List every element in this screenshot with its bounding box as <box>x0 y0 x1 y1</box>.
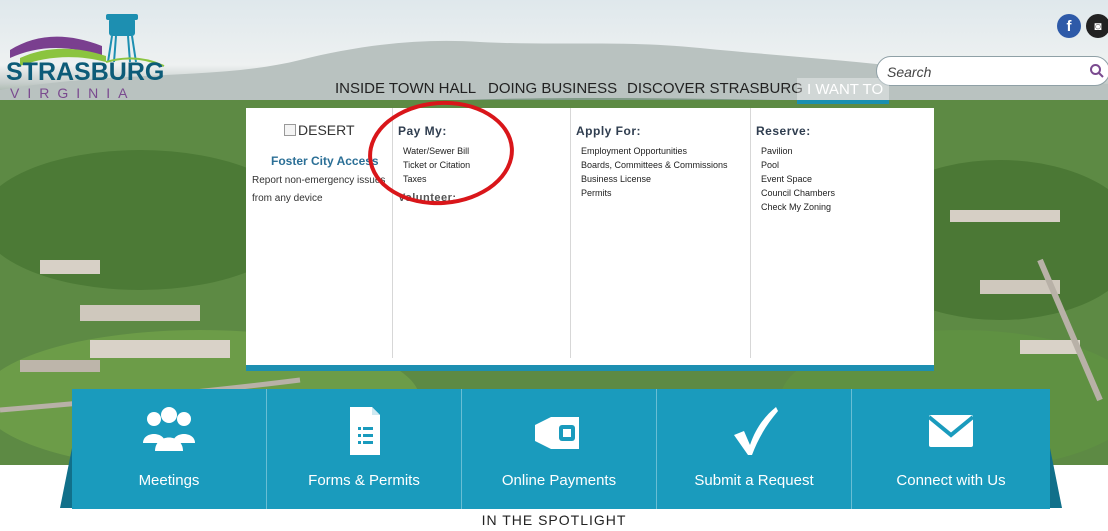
nav-doing-business[interactable]: DOING BUSINESS <box>488 80 617 100</box>
quick-link-label: Online Payments <box>501 472 617 489</box>
apply-list: Employment Opportunities Boards, Committ… <box>581 144 728 200</box>
menu-reserve-column: Reserve: Pavilion Pool Event Space Counc… <box>750 108 934 358</box>
quick-link-forms-permits[interactable]: Forms & Permits <box>267 389 462 509</box>
payment-icon <box>535 417 579 449</box>
quick-link-online-payments[interactable]: Online Payments <box>462 389 657 509</box>
search-icon[interactable] <box>1089 63 1105 79</box>
featured-description: Report non-emergency issues from any dev… <box>252 175 386 204</box>
envelope-icon <box>927 415 975 447</box>
document-icon <box>350 407 380 455</box>
logo-subtitle: VIRGINIA <box>10 85 136 101</box>
menu-link-permits[interactable]: Permits <box>581 186 728 200</box>
menu-link-check-zoning[interactable]: Check My Zoning <box>761 200 835 214</box>
menu-apply-column: Apply For: Employment Opportunities Boar… <box>570 108 751 358</box>
nav-i-want-to-label: I WANT TO <box>807 81 884 98</box>
menu-link-event-space[interactable]: Event Space <box>761 172 835 186</box>
people-icon <box>143 407 195 451</box>
logo-title: STRASBURG <box>6 58 165 86</box>
nav-i-want-to[interactable]: I WANT TO <box>797 78 889 104</box>
apply-heading: Apply For: <box>576 124 641 138</box>
band-fold-right <box>1050 448 1062 508</box>
menu-link-business-license[interactable]: Business License <box>581 172 728 186</box>
quick-link-meetings[interactable]: Meetings <box>72 389 267 509</box>
band-fold-left <box>60 448 72 508</box>
quick-link-connect[interactable]: Connect with Us <box>852 389 1050 509</box>
menu-link-employment[interactable]: Employment Opportunities <box>581 144 728 158</box>
broken-image-icon <box>284 124 296 136</box>
quick-link-label: Submit a Request <box>694 472 814 489</box>
featured-image-alt: DESERT <box>298 122 355 138</box>
featured-image[interactable]: DESERT <box>284 122 355 138</box>
reserve-heading: Reserve: <box>756 124 811 138</box>
menu-link-council-chambers[interactable]: Council Chambers <box>761 186 835 200</box>
quick-link-label: Forms & Permits <box>308 472 420 489</box>
nav-inside-town-hall[interactable]: INSIDE TOWN HALL <box>335 80 476 100</box>
menu-link-boards[interactable]: Boards, Committees & Commissions <box>581 158 728 172</box>
instagram-icon[interactable]: ◙ <box>1086 14 1108 38</box>
quick-link-label: Connect with Us <box>896 472 1006 489</box>
search-box <box>876 56 1108 86</box>
i-want-to-dropdown: DESERT Foster City Access Report non-eme… <box>246 108 934 371</box>
nav-discover-strasburg[interactable]: DISCOVER STRASBURG <box>627 80 803 100</box>
menu-link-pool[interactable]: Pool <box>761 158 835 172</box>
checkmark-icon <box>734 407 778 455</box>
reserve-list: Pavilion Pool Event Space Council Chambe… <box>761 144 835 214</box>
menu-link-pavilion[interactable]: Pavilion <box>761 144 835 158</box>
search-input[interactable] <box>885 62 1079 82</box>
quick-link-submit-request[interactable]: Submit a Request <box>657 389 852 509</box>
facebook-icon[interactable]: f <box>1057 14 1081 38</box>
quick-link-label: Meetings <box>138 472 200 489</box>
spotlight-heading: IN THE SPOTLIGHT <box>481 512 627 528</box>
featured-title[interactable]: Foster City Access <box>271 154 379 168</box>
